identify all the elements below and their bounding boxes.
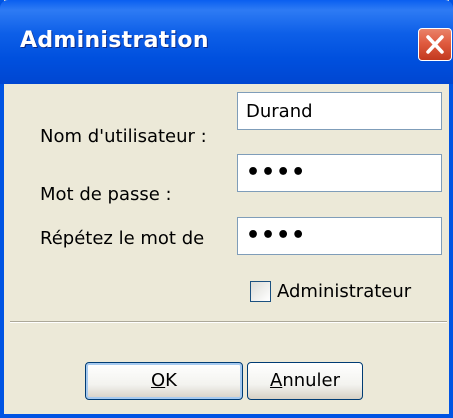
- password-field[interactable]: ••••: [237, 154, 442, 192]
- title-bar[interactable]: Administration: [0, 0, 453, 84]
- cancel-button-mnemonic: A: [269, 370, 283, 391]
- username-label: Nom d'utilisateur :: [40, 126, 207, 147]
- ok-button-mnemonic: O: [151, 370, 166, 391]
- admin-dialog: Administration Nom d'utilisateur : Mot d…: [0, 0, 453, 418]
- admin-checkbox-label: Administrateur: [277, 280, 412, 302]
- admin-checkbox-row[interactable]: Administrateur: [250, 278, 411, 304]
- cancel-button[interactable]: Annuler: [247, 362, 363, 400]
- ok-button[interactable]: OK: [85, 362, 243, 400]
- cancel-button-label: nnuler: [282, 370, 341, 391]
- confirm-password-label: Répétez le mot de: [40, 228, 205, 249]
- username-field[interactable]: [237, 92, 442, 130]
- password-label: Mot de passe :: [40, 184, 172, 205]
- close-button[interactable]: [418, 28, 452, 61]
- ok-button-label: K: [165, 370, 177, 391]
- admin-checkbox[interactable]: [250, 280, 271, 302]
- separator: [10, 321, 447, 323]
- close-icon: [426, 35, 444, 54]
- confirm-password-field[interactable]: ••••: [237, 217, 442, 255]
- window-title: Administration: [20, 28, 209, 53]
